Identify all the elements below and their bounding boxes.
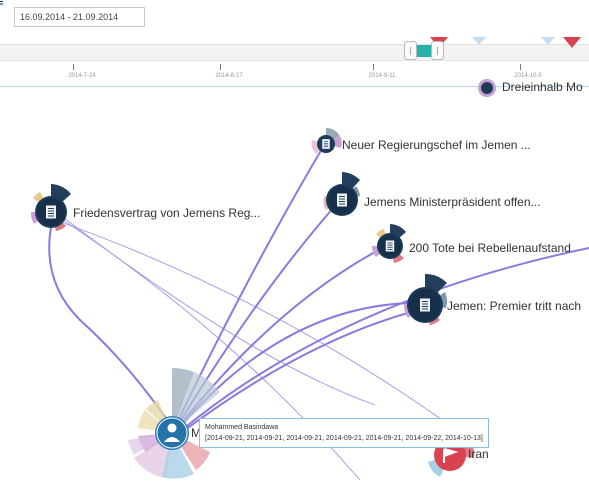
node-label-ministerpraesident[interactable]: Jemens Ministerpräsident offen... bbox=[364, 195, 541, 209]
node-label-friedensvertrag[interactable]: Friedensvertrag von Jemens Reg... bbox=[73, 206, 260, 220]
document-icon bbox=[385, 240, 395, 252]
document-icon bbox=[337, 193, 347, 207]
tooltip-name: Mohammed Basindawa bbox=[205, 424, 279, 431]
tooltip-dates: [2014-09-21, 2014-09-21, 2014-09-21, 201… bbox=[205, 435, 483, 442]
document-icon bbox=[46, 205, 56, 219]
node-label-200-tote[interactable]: 200 Tote bei Rebellenaufstand bbox=[409, 241, 571, 255]
document-icon bbox=[322, 139, 330, 149]
node-tooltip: Mohammed Basindawa [2014-09-21, 2014-09-… bbox=[199, 418, 489, 448]
document-icon bbox=[420, 298, 430, 312]
node-label-neuer-regierungschef[interactable]: Neuer Regierungschef im Jemen ... bbox=[342, 138, 531, 152]
node-label-iran[interactable]: Iran bbox=[468, 447, 489, 461]
node-label-dreieinhalb[interactable]: Dreieinhalb Mo bbox=[502, 80, 583, 94]
node-label-premier-tritt[interactable]: Jemen: Premier tritt nach bbox=[447, 299, 581, 313]
